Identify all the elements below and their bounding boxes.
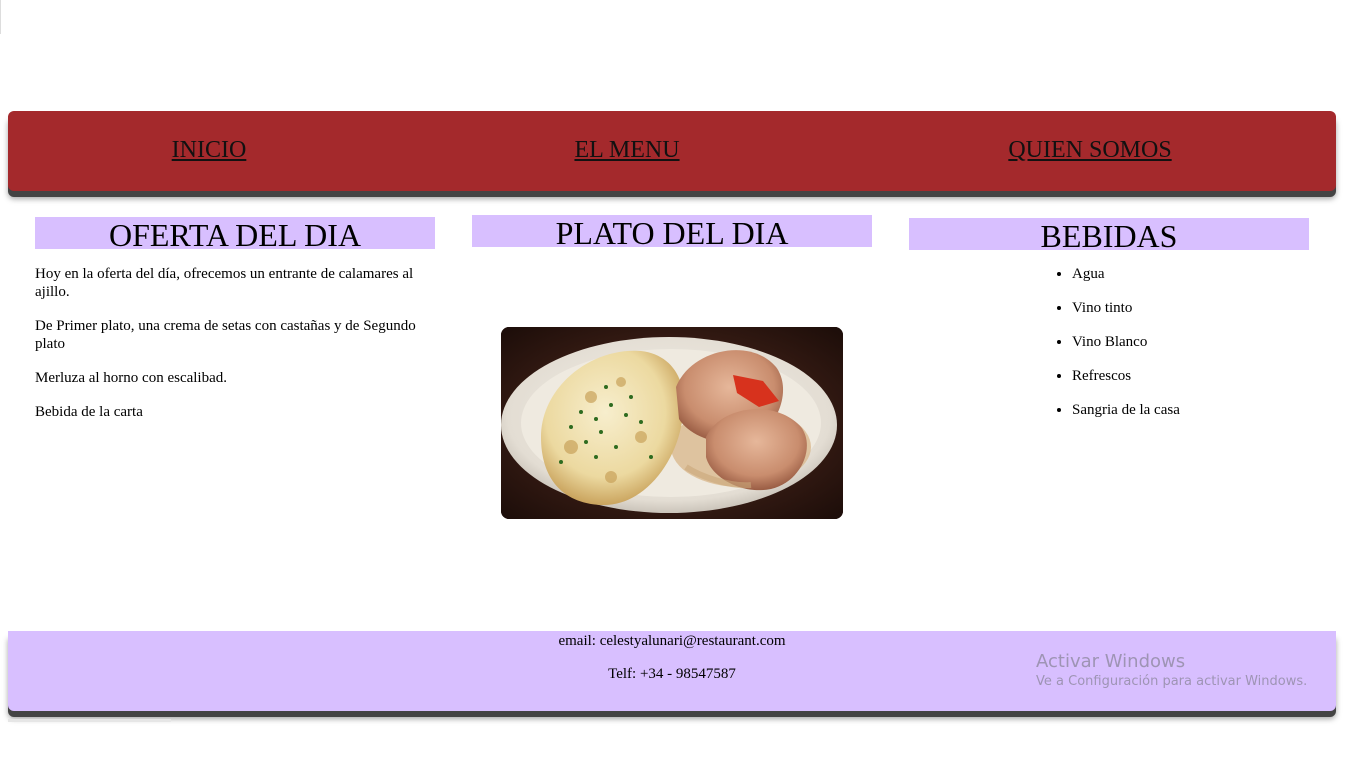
- oferta-paragraph: Bebida de la carta: [35, 404, 143, 420]
- list-item: Sangria de la casa: [1072, 401, 1180, 419]
- dish-photo: [501, 327, 843, 519]
- oferta-description: Hoy en la oferta del día, ofrecemos un e…: [35, 265, 435, 437]
- bottom-divider: [8, 719, 171, 722]
- list-item: Refrescos: [1072, 367, 1180, 385]
- nav-link-inicio[interactable]: INICIO: [172, 137, 247, 164]
- nav-link-el-menu[interactable]: EL MENU: [574, 137, 679, 164]
- windows-activation-watermark: Activar Windows Ve a Configuración para …: [1036, 651, 1307, 691]
- plato-title: PLATO DEL DIA: [472, 215, 872, 251]
- list-item: Vino Blanco: [1072, 333, 1180, 351]
- bebidas-title: BEBIDAS: [909, 218, 1309, 254]
- oferta-title: OFERTA DEL DIA: [35, 217, 435, 253]
- dish-photo-illustration: [501, 327, 843, 519]
- nav-link-quien-somos[interactable]: QUIEN SOMOS: [1008, 137, 1171, 164]
- watermark-subtitle: Ve a Configuración para activar Windows.: [1036, 674, 1308, 689]
- oferta-paragraph: Hoy en la oferta del día, ofrecemos un e…: [35, 266, 414, 300]
- list-item: Vino tinto: [1072, 299, 1180, 317]
- watermark-title: Activar Windows: [1036, 651, 1186, 672]
- list-item: Agua: [1072, 265, 1180, 283]
- drinks-list: Agua Vino tinto Vino Blanco Refrescos Sa…: [1032, 265, 1180, 435]
- oferta-paragraph: Merluza al horno con escalibad.: [35, 370, 228, 386]
- oferta-paragraph: De Primer plato, una crema de setas con …: [35, 318, 416, 352]
- edge-marker: [0, 0, 1, 34]
- footer-email: email: celestyalunari@restaurant.com: [558, 633, 786, 649]
- main-navigation: INICIO EL MENU QUIEN SOMOS: [8, 111, 1336, 191]
